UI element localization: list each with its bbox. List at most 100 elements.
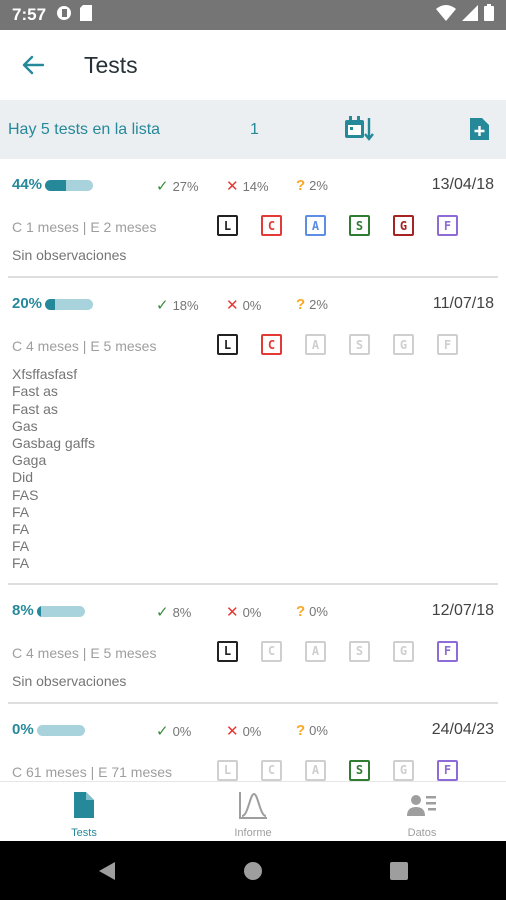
bottom-navigation: Tests Informe Datos (0, 781, 506, 841)
correct-value: 27% (172, 179, 199, 194)
observation-line: FA (12, 521, 30, 538)
add-test-button[interactable] (468, 116, 492, 142)
area-badge-c: C (261, 334, 282, 356)
notification-icon (56, 5, 72, 26)
correct-stat: ✓ 0% (156, 722, 191, 740)
unknown-stat: ? 2% (296, 296, 328, 313)
observation-line: FA (12, 503, 30, 520)
person-list-icon (407, 795, 436, 816)
test-progress-bar (37, 605, 85, 617)
area-badge-s: S (349, 334, 370, 356)
test-list[interactable]: 44% ✓ 27% ✕ 14%? 2% 13/04/18 C 1 meses | E 2 me… (0, 159, 506, 781)
area-badge-l: L (217, 215, 238, 236)
area-badge-a: A (305, 334, 326, 356)
observation-line: FAS (12, 486, 39, 503)
calendar-sort-icon (345, 116, 374, 141)
area-badge-s: S (349, 759, 370, 781)
unknown-value: 0% (309, 722, 328, 738)
test-date: 12/07/18 (431, 601, 494, 619)
unknown-value: 2% (309, 178, 328, 193)
area-badge-a: A (305, 759, 326, 781)
wrong-value: 0% (242, 723, 262, 739)
test-date: 24/04/23 (431, 720, 494, 738)
test-ages-row: C 1 meses | E 2 meses L C A S G F (0, 215, 506, 247)
sd-card-icon (80, 4, 93, 26)
test-ages: C 1 meses | E 2 meses (12, 219, 157, 235)
area-badge-a: A (305, 640, 326, 662)
wrong-value: 14% (242, 179, 269, 194)
cross-icon: ✕ (226, 722, 239, 740)
check-icon: ✓ (156, 178, 169, 195)
test-card[interactable]: 0% ✓ 0% ✕ 0%? 0% 24/04/23 C 61 meses | E 71 mes… (0, 704, 506, 781)
status-time: 7:57 (12, 5, 47, 24)
check-icon: ✓ (156, 297, 169, 315)
test-observations: Sin observaciones (0, 247, 506, 264)
system-navigation-bar (0, 841, 506, 900)
test-ages-row: C 61 meses | E 71 meses L C A S G F (0, 759, 506, 781)
area-badge-l: L (217, 759, 238, 781)
observation-line: Did (12, 469, 34, 486)
nav-tests[interactable]: Tests (0, 782, 168, 842)
question-icon: ? (296, 721, 306, 739)
test-percent: 0% (12, 720, 34, 738)
area-badge-s: S (349, 215, 370, 236)
nav-datos-label: Datos (407, 827, 437, 839)
observation-line: Gas (12, 417, 38, 434)
wrong-stat: ✕ 0% (226, 296, 261, 314)
selected-count: 1 (250, 120, 259, 138)
nav-datos[interactable]: Datos (338, 782, 506, 842)
system-back-icon[interactable] (95, 860, 117, 882)
observation-line: Fast as (12, 400, 58, 417)
back-button[interactable] (0, 30, 66, 100)
correct-value: 18% (172, 298, 199, 314)
correct-value: 8% (172, 604, 192, 620)
observation-line: Xfsffasfasf (12, 366, 78, 383)
test-progress-fill (45, 299, 55, 311)
system-recents-icon[interactable] (390, 862, 408, 880)
area-badge-c: C (261, 215, 282, 236)
test-card[interactable]: 8% ✓ 8% ✕ 0%? 0% 12/07/18 C 4 meses | E 5 meses… (0, 585, 506, 704)
chart-curve-icon (239, 792, 267, 819)
status-bar: 7:57 (0, 0, 506, 30)
test-card[interactable]: 20% ✓ 18% ✕ 0%? 2% 11/07/18 C 4 meses | E 5 mes… (0, 278, 506, 585)
test-observations: Sin observaciones (0, 673, 506, 690)
nav-tests-label: Tests (71, 827, 97, 839)
test-progress-bar (37, 724, 85, 736)
area-badge-g: G (393, 334, 414, 356)
nav-informe[interactable]: Informe (169, 782, 337, 842)
add-file-icon (470, 118, 489, 140)
test-summary-row: 0% ✓ 0% ✕ 0%? 0% 24/04/23 (0, 704, 506, 760)
test-card[interactable]: 44% ✓ 27% ✕ 14%? 2% 13/04/18 C 1 meses | E 2 me… (0, 159, 506, 279)
test-progress-fill (37, 605, 41, 617)
wrong-value: 0% (242, 298, 262, 314)
area-badge-a: A (305, 215, 326, 236)
test-progress-fill (45, 180, 66, 191)
test-ages: C 4 meses | E 5 meses (12, 644, 157, 661)
arrow-back-icon (22, 55, 44, 75)
test-date: 13/04/18 (431, 176, 494, 193)
unknown-stat: ? 0% (296, 603, 328, 620)
unknown-stat: ? 0% (296, 722, 328, 739)
app-bar: Tests (0, 30, 506, 100)
area-badge-f: F (437, 640, 458, 662)
test-progress-bar (45, 299, 93, 311)
correct-stat: ✓ 18% (156, 296, 199, 314)
signal-icon (462, 4, 478, 26)
wrong-stat: ✕ 0% (226, 603, 261, 621)
check-icon: ✓ (156, 603, 169, 621)
observation-line: Sin observaciones (12, 672, 127, 689)
nav-informe-label: Informe (234, 827, 272, 839)
question-icon: ? (296, 177, 306, 194)
test-progress-bar (45, 180, 93, 191)
area-badge-l: L (217, 640, 238, 662)
sort-by-date-button[interactable] (344, 116, 374, 142)
system-home-icon[interactable] (243, 861, 263, 881)
question-icon: ? (296, 296, 306, 314)
correct-stat: ✓ 27% (156, 177, 199, 195)
observation-line: Gaga (12, 452, 47, 469)
test-percent: 44% (12, 176, 43, 193)
unknown-stat: ? 2% (296, 177, 328, 194)
unknown-value: 0% (309, 603, 328, 619)
observation-line: FA (12, 538, 30, 555)
page-title: Tests (84, 51, 138, 78)
